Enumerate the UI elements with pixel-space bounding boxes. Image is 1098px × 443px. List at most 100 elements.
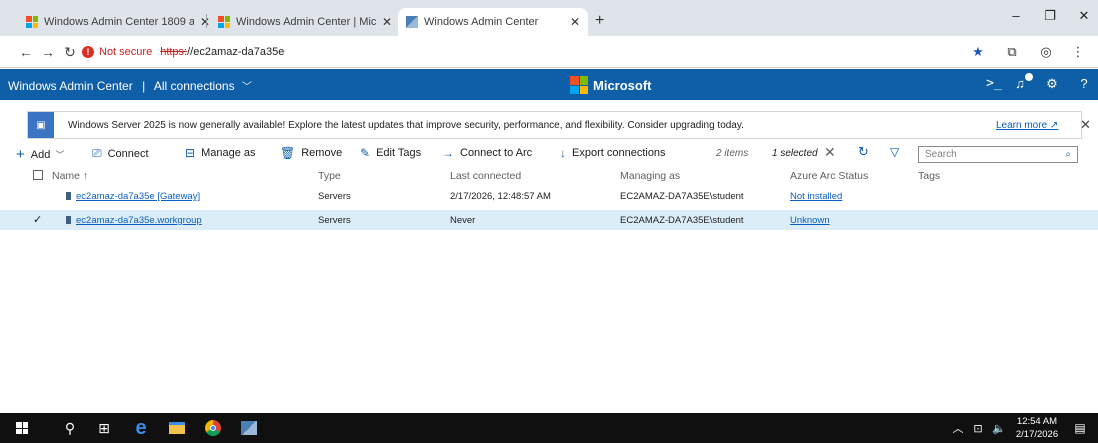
microsoft-logo-icon bbox=[570, 76, 588, 94]
restore-icon[interactable]: ❐ bbox=[1040, 8, 1060, 24]
learn-more-link[interactable]: Learn more ↗ bbox=[996, 120, 1058, 131]
chrome-icon[interactable] bbox=[200, 413, 226, 443]
close-icon[interactable]: ✕ bbox=[1080, 117, 1091, 133]
clear-selection-icon[interactable]: ✕ bbox=[824, 144, 836, 161]
url-host: //ec2amaz-da7a35e bbox=[187, 46, 285, 58]
clock-time: 12:54 AM bbox=[1016, 416, 1058, 427]
connect-button[interactable]: ⎚ Connect bbox=[92, 146, 149, 161]
browser-tab-strip: Windows Admin Center 1809 ar ✕ Windows A… bbox=[0, 0, 1098, 36]
column-header-name[interactable]: Name ↑ bbox=[52, 170, 88, 182]
microsoft-logo-icon bbox=[218, 16, 230, 28]
reload-icon[interactable]: ↻ bbox=[62, 44, 78, 61]
search-icon[interactable]: ⌕ bbox=[1065, 149, 1071, 160]
brand-name: Microsoft bbox=[593, 77, 652, 93]
clock-date: 2/17/2026 bbox=[1015, 429, 1059, 440]
plus-icon: + bbox=[16, 146, 25, 163]
column-header-last-connected[interactable]: Last connected bbox=[450, 170, 521, 182]
chevron-down-icon[interactable]: ﹀ bbox=[242, 82, 252, 93]
close-icon[interactable]: ✕ bbox=[200, 15, 210, 29]
last-connected-cell: Never bbox=[450, 215, 476, 226]
server-manager-icon[interactable] bbox=[236, 413, 262, 443]
search-input[interactable]: Search ⌕ bbox=[918, 146, 1078, 163]
connections-toolbar: + Add ﹀ ⎚ Connect ⊟ Manage as 🗑 Remove ✎… bbox=[0, 144, 1098, 163]
minimize-icon[interactable]: – bbox=[1006, 8, 1026, 23]
column-header-arc-status[interactable]: Azure Arc Status bbox=[790, 170, 868, 182]
managing-as-cell: EC2AMAZ-DA7A35E\student bbox=[620, 191, 744, 202]
column-header-tags[interactable]: Tags bbox=[918, 170, 940, 182]
manage-as-icon: ⊟ bbox=[185, 146, 196, 160]
settings-icon[interactable]: ⚙ bbox=[1044, 76, 1060, 92]
windows-taskbar: ⚲ ⊞ e ︿ ⊡ 🔈 12:54 AM 2/17/2026 ▤ bbox=[0, 413, 1098, 443]
system-clock[interactable]: 12:54 AM 2/17/2026 bbox=[1012, 415, 1062, 441]
export-connections-button[interactable]: ↓ Export connections bbox=[560, 146, 666, 160]
wac-header: Windows Admin Center | All connections ﹀… bbox=[0, 69, 1098, 100]
manage-as-button[interactable]: ⊟ Manage as bbox=[185, 146, 256, 160]
title-separator: | bbox=[142, 79, 146, 93]
external-link-icon: ↗ bbox=[1049, 120, 1059, 131]
close-window-icon[interactable]: ✕ bbox=[1074, 8, 1094, 24]
remove-button[interactable]: 🗑 Remove bbox=[280, 146, 342, 160]
edit-tags-button[interactable]: ✎ Edit Tags bbox=[360, 146, 421, 160]
close-icon[interactable]: ✕ bbox=[570, 15, 580, 29]
search-icon[interactable]: ⚲ bbox=[58, 413, 82, 443]
column-header-type[interactable]: Type bbox=[318, 170, 341, 182]
action-center-icon[interactable]: ▤ bbox=[1070, 413, 1090, 443]
items-count: 2 items bbox=[716, 148, 749, 159]
terminal-icon[interactable]: >_ bbox=[986, 76, 1002, 91]
trash-icon: 🗑 bbox=[280, 146, 296, 160]
server-icon bbox=[66, 216, 71, 225]
edit-tags-label: Edit Tags bbox=[376, 147, 422, 159]
add-button[interactable]: + Add ﹀ bbox=[16, 146, 64, 163]
column-header-managing-as[interactable]: Managing as bbox=[620, 170, 680, 182]
notifications-icon[interactable]: ♫ bbox=[1012, 73, 1033, 91]
connect-label: Connect bbox=[107, 147, 149, 160]
info-icon: ▣ bbox=[28, 112, 54, 138]
select-all-checkbox[interactable] bbox=[33, 170, 43, 183]
server-name[interactable]: ec2amaz-da7a35e [Gateway] bbox=[76, 191, 200, 202]
browser-tab-2[interactable]: Windows Admin Center | Micro ✕ bbox=[210, 8, 400, 36]
browser-tab-3[interactable]: Windows Admin Center ✕ bbox=[398, 8, 588, 36]
tab-title: Windows Admin Center 1809 ar bbox=[44, 16, 194, 28]
server-name-link[interactable]: ec2amaz-da7a35e [Gateway] bbox=[66, 191, 200, 202]
filter-icon[interactable]: ▽ bbox=[890, 145, 899, 159]
download-icon: ↓ bbox=[560, 146, 566, 160]
learn-more-label[interactable]: Learn more bbox=[996, 120, 1047, 131]
start-button[interactable] bbox=[10, 413, 34, 443]
refresh-icon[interactable]: ↻ bbox=[858, 144, 869, 160]
not-secure-label[interactable]: Not secure bbox=[99, 46, 152, 58]
app-title[interactable]: Windows Admin Center bbox=[8, 79, 133, 93]
managing-as-cell: EC2AMAZ-DA7A35E\student bbox=[620, 215, 744, 226]
close-icon[interactable]: ✕ bbox=[382, 15, 392, 29]
type-cell: Servers bbox=[318, 215, 351, 226]
network-icon[interactable]: ⊡ bbox=[970, 413, 986, 443]
bookmark-star-icon[interactable]: ★ bbox=[970, 44, 986, 60]
address-bar: ← → ↻ ! Not secure https: //ec2amaz-da7a… bbox=[0, 36, 1098, 68]
menu-kebab-icon[interactable]: ⋮ bbox=[1070, 44, 1086, 60]
chevron-up-icon[interactable]: ︿ bbox=[950, 413, 966, 443]
server-name-link[interactable]: ec2amaz-da7a35e.workgroup bbox=[66, 215, 202, 226]
browser-tab-1[interactable]: Windows Admin Center 1809 ar ✕ bbox=[18, 8, 218, 36]
volume-icon[interactable]: 🔈 bbox=[990, 413, 1008, 443]
arc-status-link[interactable]: Unknown bbox=[790, 215, 830, 226]
selected-count: 1 selected bbox=[772, 148, 818, 159]
table-row[interactable]: ✓ ec2amaz-da7a35e.workgroup Servers Neve… bbox=[0, 210, 1098, 230]
help-icon[interactable]: ? bbox=[1076, 76, 1092, 91]
profile-icon[interactable]: ◎ bbox=[1038, 44, 1054, 60]
screenshot-icon[interactable]: ⧉ bbox=[1004, 44, 1020, 60]
arc-status-link[interactable]: Not installed bbox=[790, 191, 842, 202]
server-name[interactable]: ec2amaz-da7a35e.workgroup bbox=[76, 215, 202, 226]
tab-title: Windows Admin Center | Micro bbox=[236, 16, 376, 28]
notification-badge bbox=[1025, 73, 1033, 81]
internet-explorer-icon[interactable]: e bbox=[128, 413, 154, 443]
table-row[interactable]: ec2amaz-da7a35e [Gateway] Servers 2/17/2… bbox=[0, 186, 1098, 206]
url-field[interactable]: ! Not secure https: //ec2amaz-da7a35e bbox=[82, 41, 962, 63]
task-view-icon[interactable]: ⊞ bbox=[92, 413, 116, 443]
back-arrow-icon[interactable]: ← bbox=[18, 44, 34, 60]
file-explorer-icon[interactable] bbox=[164, 413, 190, 443]
connections-dropdown[interactable]: All connections bbox=[154, 79, 235, 93]
url-scheme: https: bbox=[160, 46, 188, 58]
connect-to-arc-button[interactable]: → Connect to Arc bbox=[442, 146, 532, 160]
forward-arrow-icon[interactable]: → bbox=[40, 44, 56, 60]
new-tab-button[interactable]: + bbox=[595, 12, 604, 30]
checkmark-icon[interactable]: ✓ bbox=[33, 213, 42, 226]
